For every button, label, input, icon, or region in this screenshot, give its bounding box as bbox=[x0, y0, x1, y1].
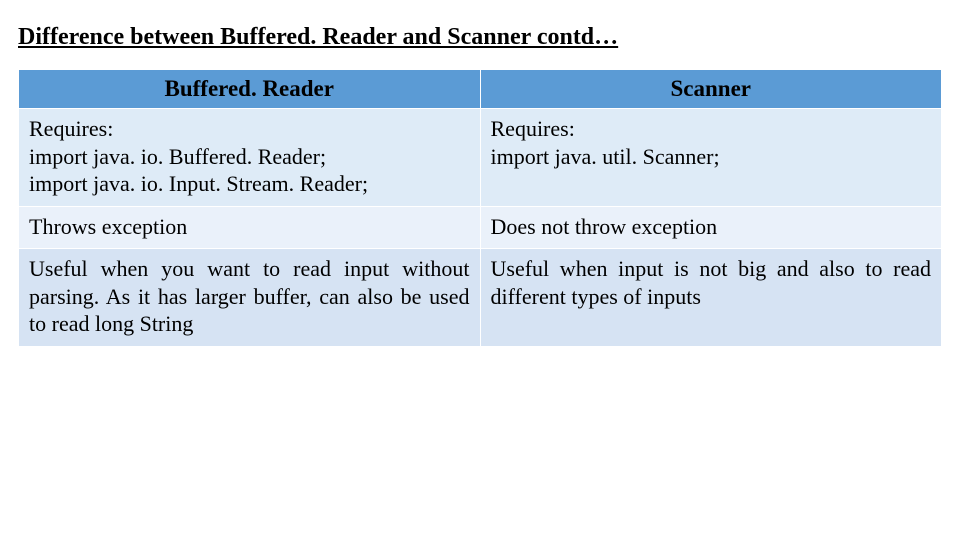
cell-left: Requires: import java. io. Buffered. Rea… bbox=[19, 109, 481, 207]
header-right: Scanner bbox=[480, 70, 942, 109]
table-row: Requires: import java. io. Buffered. Rea… bbox=[19, 109, 942, 207]
header-left: Buffered. Reader bbox=[19, 70, 481, 109]
table-row: Useful when you want to read input witho… bbox=[19, 249, 942, 347]
page-title: Difference between Buffered. Reader and … bbox=[18, 24, 942, 51]
cell-left: Useful when you want to read input witho… bbox=[19, 249, 481, 347]
cell-left: Throws exception bbox=[19, 206, 481, 249]
cell-right: Does not throw exception bbox=[480, 206, 942, 249]
comparison-table: Buffered. Reader Scanner Requires: impor… bbox=[18, 69, 942, 347]
table-header-row: Buffered. Reader Scanner bbox=[19, 70, 942, 109]
table-row: Throws exception Does not throw exceptio… bbox=[19, 206, 942, 249]
cell-right: Useful when input is not big and also to… bbox=[480, 249, 942, 347]
cell-right: Requires: import java. util. Scanner; bbox=[480, 109, 942, 207]
slide: Difference between Buffered. Reader and … bbox=[0, 0, 960, 347]
